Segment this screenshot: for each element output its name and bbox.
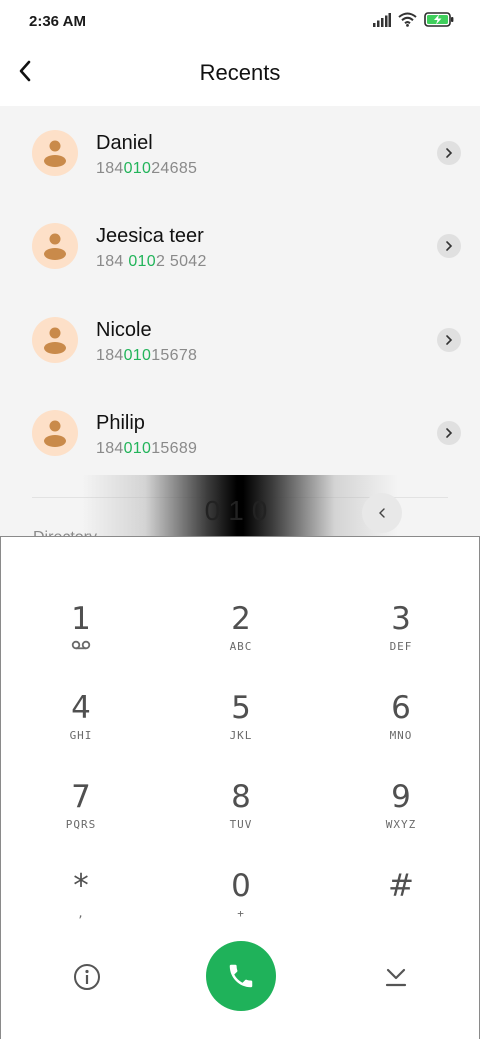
contact-number: 18401024685 — [96, 160, 198, 177]
person-icon — [44, 327, 66, 354]
dial-key-3[interactable]: 3 DEF — [341, 601, 461, 681]
status-bar: 2:36 AM — [0, 0, 480, 44]
status-time: 2:36 AM — [29, 13, 86, 30]
contact-row[interactable]: Philip 18401015689 — [0, 386, 480, 479]
contact-number: 18401015678 — [96, 347, 198, 364]
person-icon — [44, 233, 66, 260]
chevron-right-icon — [446, 148, 453, 158]
dial-key-8[interactable]: 8 TUV — [181, 779, 301, 859]
info-icon — [74, 964, 100, 990]
avatar — [32, 410, 78, 456]
chevron-right-icon — [446, 335, 453, 345]
dial-key-5[interactable]: 5 JKL — [181, 690, 301, 770]
avatar — [32, 223, 78, 269]
app-header: Recents — [0, 44, 480, 106]
signal-icon — [373, 12, 391, 32]
chevron-right-icon — [446, 241, 453, 251]
contact-row[interactable]: Nicole 18401015678 — [0, 293, 480, 386]
dial-key-0[interactable]: 0 + — [181, 868, 301, 948]
dialed-number-display: 010 — [82, 475, 402, 540]
collapse-down-icon — [385, 968, 407, 987]
contact-name: Daniel — [96, 132, 153, 154]
dial-key-7[interactable]: 7 PQRS — [21, 779, 141, 859]
contact-name: Jeesica teer — [96, 225, 204, 247]
status-icons — [373, 12, 454, 32]
backspace-button[interactable] — [362, 493, 402, 533]
contact-number: 184 0102 5042 — [96, 253, 207, 270]
dial-key-6[interactable]: 6 MNO — [341, 690, 461, 770]
contact-name: Nicole — [96, 319, 152, 341]
call-button[interactable] — [206, 941, 276, 1011]
contact-number: 18401015689 — [96, 440, 198, 457]
dial-key-hash[interactable]: # — [341, 868, 461, 948]
phone-icon — [229, 964, 253, 988]
dialed-digits: 010 — [204, 495, 276, 526]
contact-details-button[interactable] — [437, 328, 461, 352]
voicemail-icon — [21, 640, 141, 654]
dial-key-2[interactable]: 2 ABC — [181, 601, 301, 681]
contact-details-button[interactable] — [437, 141, 461, 165]
dial-key-9[interactable]: 9 WXYZ — [341, 779, 461, 859]
avatar — [32, 317, 78, 363]
contact-row[interactable]: Daniel 18401024685 — [0, 106, 480, 199]
dialpad: 1 2 ABC 3 DEF 4 GHI 5 JKL 6 MNO 7 PQRS 8… — [0, 536, 480, 1039]
page-title: Recents — [199, 60, 281, 85]
recents-list: Daniel 18401024685 Jeesica teer 184 0102… — [0, 106, 480, 540]
contact-details-button[interactable] — [437, 234, 461, 258]
dial-key-1[interactable]: 1 — [21, 601, 141, 681]
person-icon — [44, 420, 66, 447]
dial-key-star[interactable]: * , — [21, 868, 141, 948]
battery-charging-icon — [424, 12, 454, 32]
person-icon — [44, 140, 66, 167]
wifi-icon — [398, 12, 417, 32]
contact-row[interactable]: Jeesica teer 184 0102 5042 — [0, 199, 480, 292]
contact-details-button[interactable] — [437, 421, 461, 445]
dial-key-4[interactable]: 4 GHI — [21, 690, 141, 770]
contact-name: Philip — [96, 412, 145, 434]
chevron-left-icon — [379, 508, 385, 518]
hide-dialpad-button[interactable] — [382, 962, 410, 992]
avatar — [32, 130, 78, 176]
info-button[interactable] — [72, 962, 102, 992]
chevron-right-icon — [446, 428, 453, 438]
